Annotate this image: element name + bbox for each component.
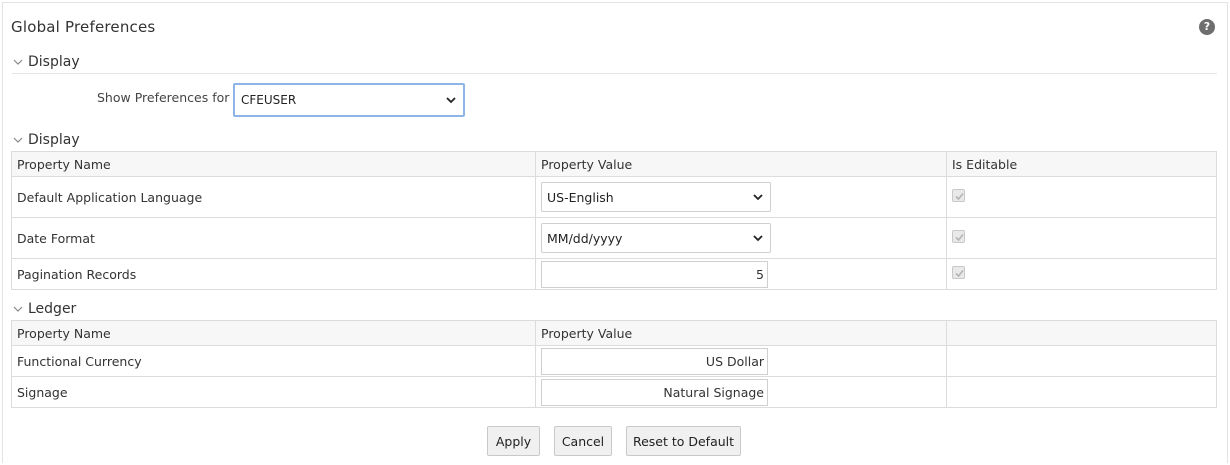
pagination-records-input[interactable]: 5 <box>541 260 768 288</box>
property-value-cell: MM/dd/yyyy <box>535 217 947 259</box>
date-format-select[interactable]: MM/dd/yyyy <box>541 223 771 253</box>
chevron-down-icon <box>12 134 24 146</box>
chevron-down-icon <box>750 230 766 246</box>
column-header <box>946 320 1217 346</box>
section-header-display-filter[interactable]: Display <box>12 51 80 73</box>
section-divider <box>12 73 1217 74</box>
table-row: Default Application Language US-English <box>11 176 1217 218</box>
is-editable-checkbox <box>952 189 965 202</box>
is-editable-checkbox <box>952 266 965 279</box>
property-value-cell: US Dollar <box>535 345 947 377</box>
page-title: Global Preferences <box>11 18 156 36</box>
property-name: Pagination Records <box>11 258 536 290</box>
signage-field[interactable]: Natural Signage <box>541 378 768 406</box>
show-preferences-label: Show Preferences for <box>97 90 230 105</box>
property-name: Date Format <box>11 217 536 259</box>
table-row: Functional Currency US Dollar <box>11 345 1217 377</box>
selected-user: CFEUSER <box>241 93 297 107</box>
table-row: Pagination Records 5 <box>11 258 1217 290</box>
table-row: Date Format MM/dd/yyyy <box>11 217 1217 259</box>
empty-cell <box>946 376 1217 408</box>
empty-cell <box>946 345 1217 377</box>
property-value-cell: Natural Signage <box>535 376 947 408</box>
help-icon[interactable]: ? <box>1199 19 1215 35</box>
section-header-ledger[interactable]: Ledger <box>12 298 76 320</box>
table-row: Signage Natural Signage <box>11 376 1217 408</box>
chevron-down-icon <box>12 56 24 68</box>
is-editable-cell <box>946 217 1217 259</box>
is-editable-checkbox <box>952 230 965 243</box>
column-header: Property Value <box>535 151 947 177</box>
property-value-cell: 5 <box>535 258 947 290</box>
column-header: Property Name <box>11 151 536 177</box>
functional-currency-field[interactable]: US Dollar <box>541 347 768 375</box>
selected-date-format: MM/dd/yyyy <box>547 230 623 246</box>
table-header-row: Property Name Property Value <box>11 320 1217 346</box>
property-value-cell: US-English <box>535 176 947 218</box>
property-name: Default Application Language <box>11 176 536 218</box>
column-header: Is Editable <box>946 151 1217 177</box>
column-header: Property Name <box>11 320 536 346</box>
column-header: Property Value <box>535 320 947 346</box>
section-title: Ledger <box>28 301 77 317</box>
section-header-display[interactable]: Display <box>12 129 80 151</box>
apply-button[interactable]: Apply <box>487 426 540 456</box>
property-name: Signage <box>11 376 536 408</box>
is-editable-cell <box>946 176 1217 218</box>
ledger-properties-table: Property Name Property Value Functional … <box>11 320 1217 408</box>
is-editable-cell <box>946 258 1217 290</box>
language-select[interactable]: US-English <box>541 182 771 212</box>
show-preferences-select[interactable]: CFEUSER <box>233 83 465 117</box>
chevron-down-icon <box>750 189 766 205</box>
reset-to-default-button[interactable]: Reset to Default <box>626 426 741 456</box>
selected-language: US-English <box>547 189 614 205</box>
table-header-row: Property Name Property Value Is Editable <box>11 151 1217 177</box>
section-title: Display <box>28 132 80 148</box>
display-properties-table: Property Name Property Value Is Editable… <box>11 151 1217 290</box>
property-name: Functional Currency <box>11 345 536 377</box>
cancel-button[interactable]: Cancel <box>554 426 612 456</box>
chevron-down-icon <box>12 303 24 315</box>
chevron-down-icon <box>443 92 459 108</box>
section-title: Display <box>28 54 80 70</box>
